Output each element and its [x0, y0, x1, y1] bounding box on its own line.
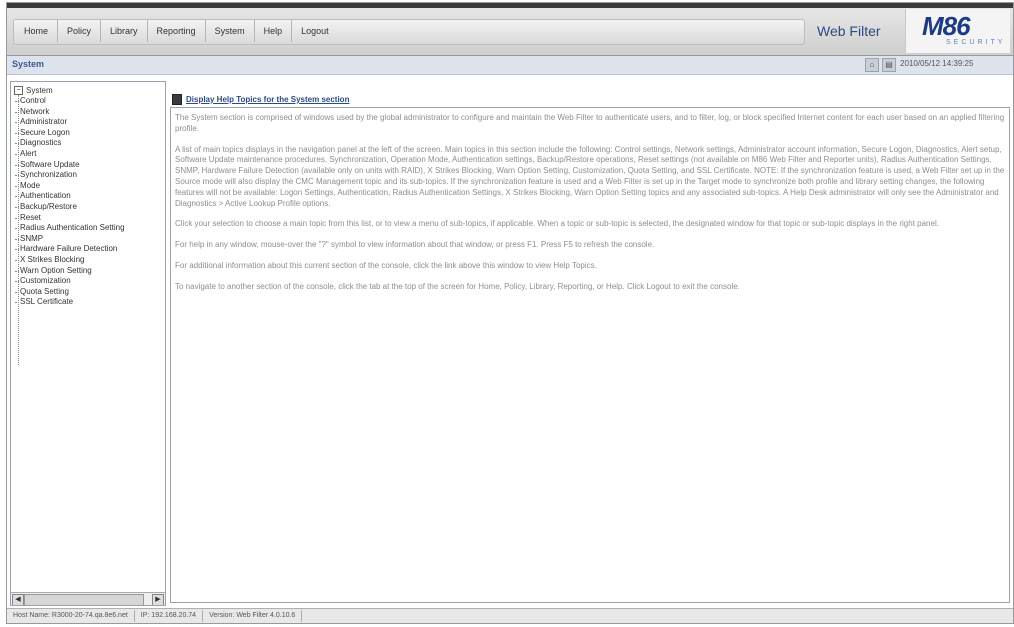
- status-version: Version: Web Filter 4.0.10.6: [203, 610, 303, 622]
- paragraph: For help in any window, mouse-over the "…: [175, 240, 655, 250]
- section-title: System: [12, 59, 45, 69]
- tree-root-label: System: [26, 86, 53, 95]
- book-icon: [172, 94, 182, 105]
- tab-library[interactable]: Library: [101, 20, 148, 42]
- paragraph: To navigate to another section of the co…: [175, 281, 740, 291]
- help-text: The System section is comprised of windo…: [175, 113, 1005, 303]
- tab-system[interactable]: System: [206, 20, 255, 42]
- top-header: Home Policy Library Reporting System Hel…: [7, 3, 1013, 56]
- help-topics-link[interactable]: Display Help Topics for the System secti…: [172, 94, 349, 105]
- sidebar-item-hardware-failure[interactable]: Hardware Failure Detection: [14, 244, 125, 255]
- home-icon[interactable]: ⌂: [865, 58, 879, 72]
- sidebar-item-snmp[interactable]: SNMP: [14, 234, 125, 245]
- navigation-panel: − System Control Network Administrator S…: [10, 81, 166, 606]
- section-toolbar: ⌂ ▤: [865, 58, 896, 72]
- paragraph: For additional information about this cu…: [175, 260, 597, 270]
- main-panel: Display Help Topics for the System secti…: [167, 81, 1011, 604]
- horizontal-scrollbar[interactable]: ◀ ▶: [11, 592, 165, 605]
- tab-help[interactable]: Help: [255, 20, 293, 42]
- sidebar-item-administrator[interactable]: Administrator: [14, 117, 125, 128]
- tree-root[interactable]: − System: [14, 85, 125, 96]
- sidebar-item-reset[interactable]: Reset: [14, 213, 125, 224]
- paragraph: Click your selection to choose a main to…: [175, 219, 939, 229]
- tab-logout[interactable]: Logout: [292, 20, 338, 42]
- tab-home[interactable]: Home: [15, 20, 59, 42]
- sidebar-item-ssl-certificate[interactable]: SSL Certificate: [14, 297, 125, 308]
- status-ip: IP: 192.168.20.74: [135, 610, 204, 622]
- sidebar-item-secure-logon[interactable]: Secure Logon: [14, 128, 125, 139]
- paragraph: A list of main topics displays in the na…: [175, 144, 1005, 208]
- sidebar-item-diagnostics[interactable]: Diagnostics: [14, 138, 125, 149]
- scroll-right-icon[interactable]: ▶: [152, 594, 164, 605]
- scroll-left-icon[interactable]: ◀: [12, 594, 24, 605]
- logo-subtext: SECURITY: [946, 39, 1006, 46]
- status-bar: Host Name: R3000-20-74.qa.8e6.net IP: 19…: [7, 608, 1013, 623]
- app-window: Home Policy Library Reporting System Hel…: [6, 2, 1014, 624]
- sidebar-item-warn-option[interactable]: Warn Option Setting: [14, 266, 125, 277]
- status-host: Host Name: R3000-20-74.qa.8e6.net: [7, 610, 135, 622]
- paragraph: The System section is comprised of windo…: [175, 113, 1005, 133]
- main-nav: Home Policy Library Reporting System Hel…: [15, 20, 338, 42]
- sidebar-item-customization[interactable]: Customization: [14, 276, 125, 287]
- sidebar-item-backup-restore[interactable]: Backup/Restore: [14, 202, 125, 213]
- sidebar-item-radius-authentication[interactable]: Radius Authentication Setting: [14, 223, 125, 234]
- tab-policy[interactable]: Policy: [58, 20, 102, 42]
- section-bar: System ⌂ ▤ 2010/05/12 14:39:25: [7, 56, 1013, 75]
- timestamp: 2010/05/12 14:39:25: [900, 59, 974, 68]
- sidebar-item-quota-setting[interactable]: Quota Setting: [14, 287, 125, 298]
- sidebar-item-alert[interactable]: Alert: [14, 149, 125, 160]
- tab-reporting[interactable]: Reporting: [148, 20, 206, 42]
- collapse-icon[interactable]: −: [14, 86, 23, 95]
- sidebar-item-authentication[interactable]: Authentication: [14, 191, 125, 202]
- sidebar-item-control[interactable]: Control: [14, 96, 125, 107]
- help-link-label: Display Help Topics for the System secti…: [186, 95, 350, 104]
- product-name: Web Filter: [817, 23, 881, 39]
- help-text-box: The System section is comprised of windo…: [170, 107, 1010, 603]
- scroll-thumb[interactable]: [24, 594, 144, 605]
- sidebar-item-mode[interactable]: Mode: [14, 181, 125, 192]
- print-icon[interactable]: ▤: [882, 58, 896, 72]
- logo-text: M86: [922, 11, 971, 41]
- m86-logo: M86 SECURITY: [905, 9, 1010, 53]
- sidebar-item-software-update[interactable]: Software Update: [14, 160, 125, 171]
- sidebar-item-synchronization[interactable]: Synchronization: [14, 170, 125, 181]
- topic-tree: − System Control Network Administrator S…: [14, 85, 125, 365]
- sidebar-item-network[interactable]: Network: [14, 107, 125, 118]
- sidebar-item-x-strikes[interactable]: X Strikes Blocking: [14, 255, 125, 266]
